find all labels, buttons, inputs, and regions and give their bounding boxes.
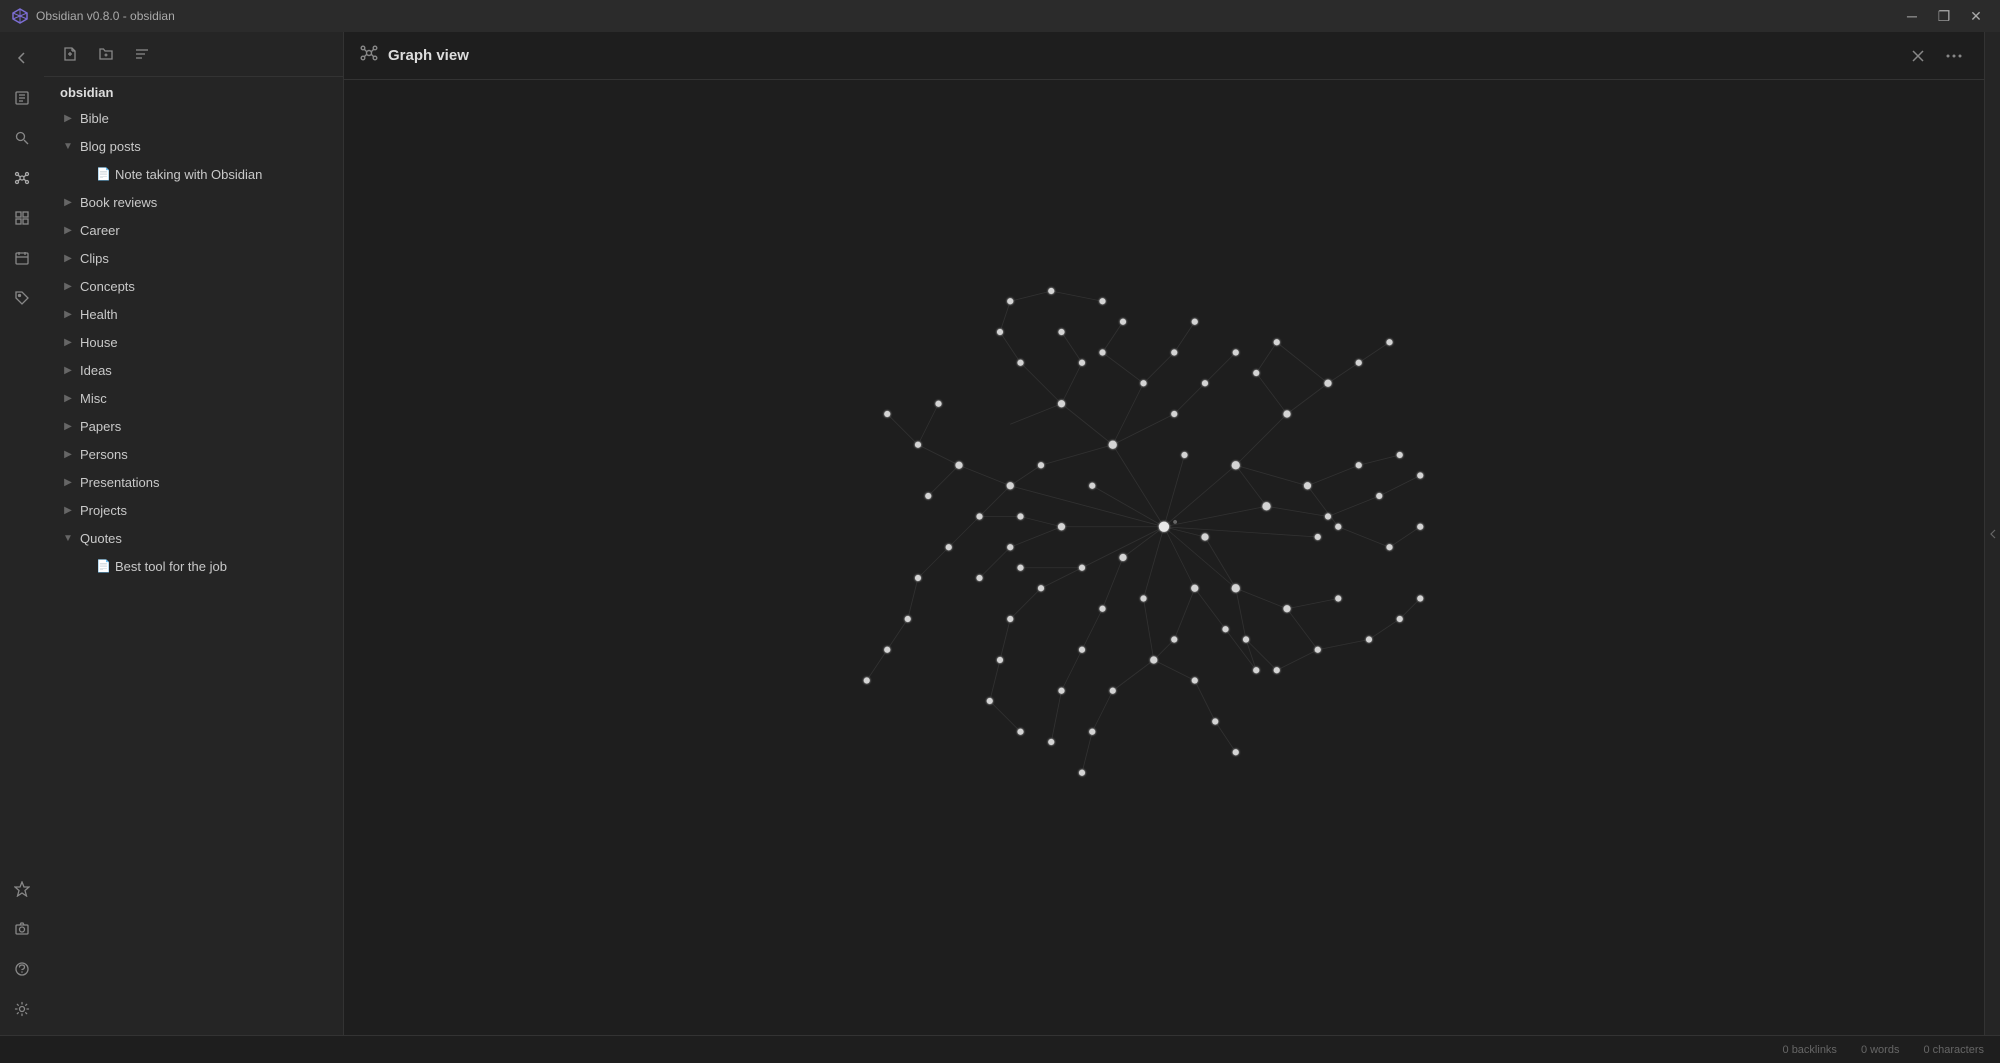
main-area: obsidian ▶ Bible ▼ Blog posts ▶ 📄 Note t… <box>0 32 2000 1035</box>
tree-item-persons[interactable]: ▶ Persons <box>44 440 343 468</box>
files-icon-button[interactable] <box>4 80 40 116</box>
chevron-projects: ▶ <box>60 502 76 518</box>
chevron-house: ▶ <box>60 334 76 350</box>
tree-item-house[interactable]: ▶ House <box>44 328 343 356</box>
tree-item-note-taking[interactable]: ▶ 📄 Note taking with Obsidian <box>44 160 343 188</box>
back-button[interactable] <box>4 40 40 76</box>
tree-label-best-tool: Best tool for the job <box>115 559 335 574</box>
tree-item-misc[interactable]: ▶ Misc <box>44 384 343 412</box>
backlinks-count: 0 backlinks <box>1783 1044 1837 1056</box>
tree-label-book-reviews: Book reviews <box>80 195 335 210</box>
svg-text:●: ● <box>1172 517 1178 527</box>
statusbar: 0 backlinks 0 words 0 characters <box>0 1035 2000 1063</box>
chevron-best-tool: ▶ <box>76 558 92 574</box>
chevron-career: ▶ <box>60 222 76 238</box>
sidebar-icon-rail <box>0 32 44 1035</box>
tree-label-note-taking: Note taking with Obsidian <box>115 167 335 182</box>
tree-label-persons: Persons <box>80 447 335 462</box>
chevron-clips: ▶ <box>60 250 76 266</box>
close-graph-button[interactable] <box>1904 42 1932 70</box>
chevron-health: ▶ <box>60 306 76 322</box>
chevron-concepts: ▶ <box>60 278 76 294</box>
restore-button[interactable]: ❐ <box>1932 6 1956 26</box>
tree-item-concepts[interactable]: ▶ Concepts <box>44 272 343 300</box>
tree-label-papers: Papers <box>80 419 335 434</box>
word-count: 0 words <box>1861 1044 1900 1056</box>
chevron-quotes: ▼ <box>60 530 76 546</box>
tree-item-career[interactable]: ▶ Career <box>44 216 343 244</box>
tree-item-papers[interactable]: ▶ Papers <box>44 412 343 440</box>
graph-header-actions <box>1904 42 1968 70</box>
graph-view: Graph view <box>344 32 1984 1035</box>
tree-label-projects: Projects <box>80 503 335 518</box>
titlebar: Obsidian v0.8.0 - obsidian ─ ❐ ✕ <box>0 0 2000 32</box>
screenshot-button[interactable] <box>4 911 40 947</box>
file-tree-panel: obsidian ▶ Bible ▼ Blog posts ▶ 📄 Note t… <box>44 32 344 1035</box>
daily-notes-button[interactable] <box>4 240 40 276</box>
graph-canvas[interactable]: ● <box>344 80 1984 1035</box>
search-icon-button[interactable] <box>4 120 40 156</box>
graph-header: Graph view <box>344 32 1984 80</box>
new-file-button[interactable] <box>56 40 84 68</box>
character-count: 0 characters <box>1923 1044 1984 1056</box>
tree-item-bible[interactable]: ▶ Bible <box>44 104 343 132</box>
new-folder-button[interactable] <box>92 40 120 68</box>
chevron-book-reviews: ▶ <box>60 194 76 210</box>
tree-item-clips[interactable]: ▶ Clips <box>44 244 343 272</box>
tree-label-concepts: Concepts <box>80 279 335 294</box>
graph-header-icon <box>360 44 378 67</box>
tag-icon-button[interactable] <box>4 280 40 316</box>
tree-item-projects[interactable]: ▶ Projects <box>44 496 343 524</box>
workspace-name: obsidian <box>44 77 343 104</box>
tree-label-quotes: Quotes <box>80 531 335 546</box>
tree-item-blog-posts[interactable]: ▼ Blog posts <box>44 132 343 160</box>
chevron-bible: ▶ <box>60 110 76 126</box>
tree-label-house: House <box>80 335 335 350</box>
chevron-papers: ▶ <box>60 418 76 434</box>
minimize-button[interactable]: ─ <box>1900 6 1924 26</box>
grid-icon-button[interactable] <box>4 200 40 236</box>
file-tree-toolbar <box>44 32 343 77</box>
tree-label-misc: Misc <box>80 391 335 406</box>
sort-button[interactable] <box>128 40 156 68</box>
tree-item-health[interactable]: ▶ Health <box>44 300 343 328</box>
tree-label-bible: Bible <box>80 111 335 126</box>
tree-item-ideas[interactable]: ▶ Ideas <box>44 356 343 384</box>
tree-label-clips: Clips <box>80 251 335 266</box>
settings-button[interactable] <box>4 991 40 1027</box>
chevron-presentations: ▶ <box>60 474 76 490</box>
chevron-blog-posts: ▼ <box>60 138 76 154</box>
chevron-ideas: ▶ <box>60 362 76 378</box>
titlebar-title: Obsidian v0.8.0 - obsidian <box>36 9 175 23</box>
tree-label-career: Career <box>80 223 335 238</box>
file-icon-note-taking: 📄 <box>96 167 111 181</box>
window-controls: ─ ❐ ✕ <box>1900 6 1988 26</box>
help-button[interactable] <box>4 951 40 987</box>
chevron-note-taking: ▶ <box>76 166 92 182</box>
graph-svg: ● <box>344 80 1984 1035</box>
graph-header-title: Graph view <box>388 47 469 64</box>
chevron-misc: ▶ <box>60 390 76 406</box>
app-icon <box>12 8 28 24</box>
close-button[interactable]: ✕ <box>1964 6 1988 26</box>
tree-label-blog-posts: Blog posts <box>80 139 335 154</box>
tree-item-quotes[interactable]: ▼ Quotes <box>44 524 343 552</box>
right-panel-toggle[interactable] <box>1984 32 2000 1035</box>
more-options-button[interactable] <box>1940 42 1968 70</box>
file-icon-best-tool: 📄 <box>96 559 111 573</box>
tree-item-presentations[interactable]: ▶ Presentations <box>44 468 343 496</box>
tree-item-book-reviews[interactable]: ▶ Book reviews <box>44 188 343 216</box>
tree-item-best-tool[interactable]: ▶ 📄 Best tool for the job <box>44 552 343 580</box>
tree-label-ideas: Ideas <box>80 363 335 378</box>
tree-label-health: Health <box>80 307 335 322</box>
starred-icon-button[interactable] <box>4 871 40 907</box>
file-tree-scroll[interactable]: ▶ Bible ▼ Blog posts ▶ 📄 Note taking wit… <box>44 104 343 1035</box>
chevron-persons: ▶ <box>60 446 76 462</box>
tree-label-presentations: Presentations <box>80 475 335 490</box>
graph-icon-button[interactable] <box>4 160 40 196</box>
